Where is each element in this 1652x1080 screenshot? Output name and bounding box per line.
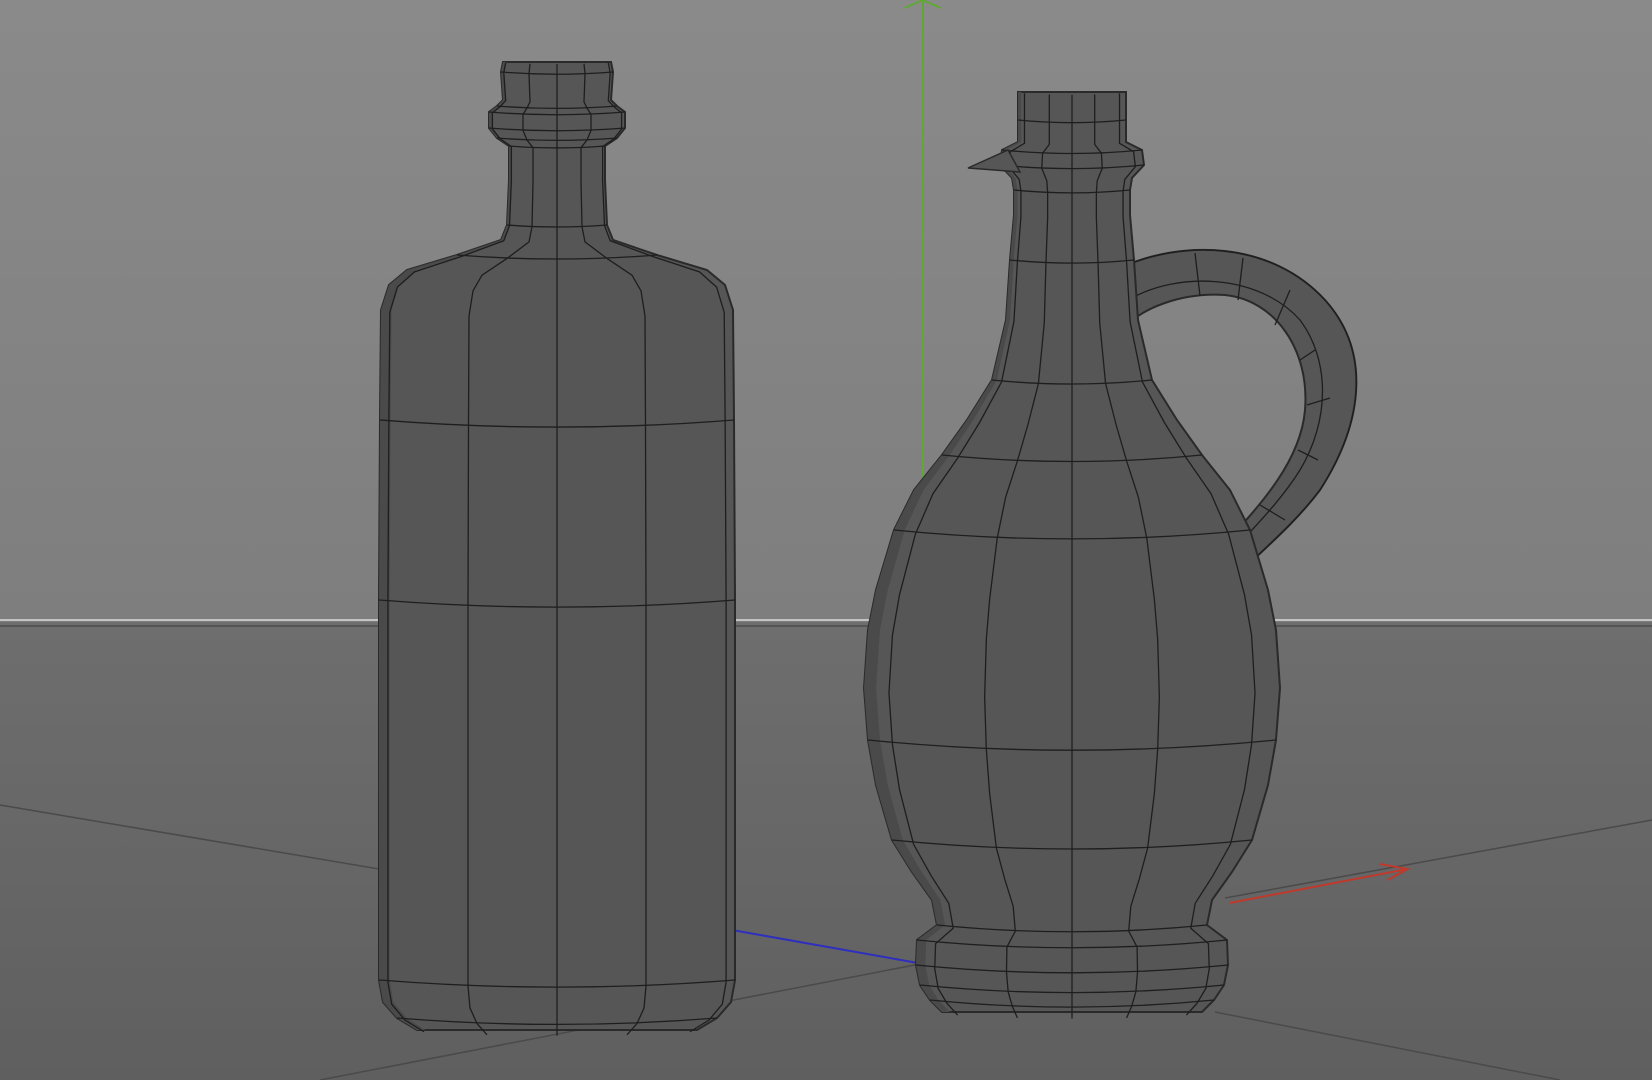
viewport-floor — [0, 622, 1652, 1080]
viewport-background — [0, 0, 1652, 622]
viewport-scene[interactable] — [0, 0, 1652, 1080]
3d-viewport[interactable] — [0, 0, 1652, 1080]
